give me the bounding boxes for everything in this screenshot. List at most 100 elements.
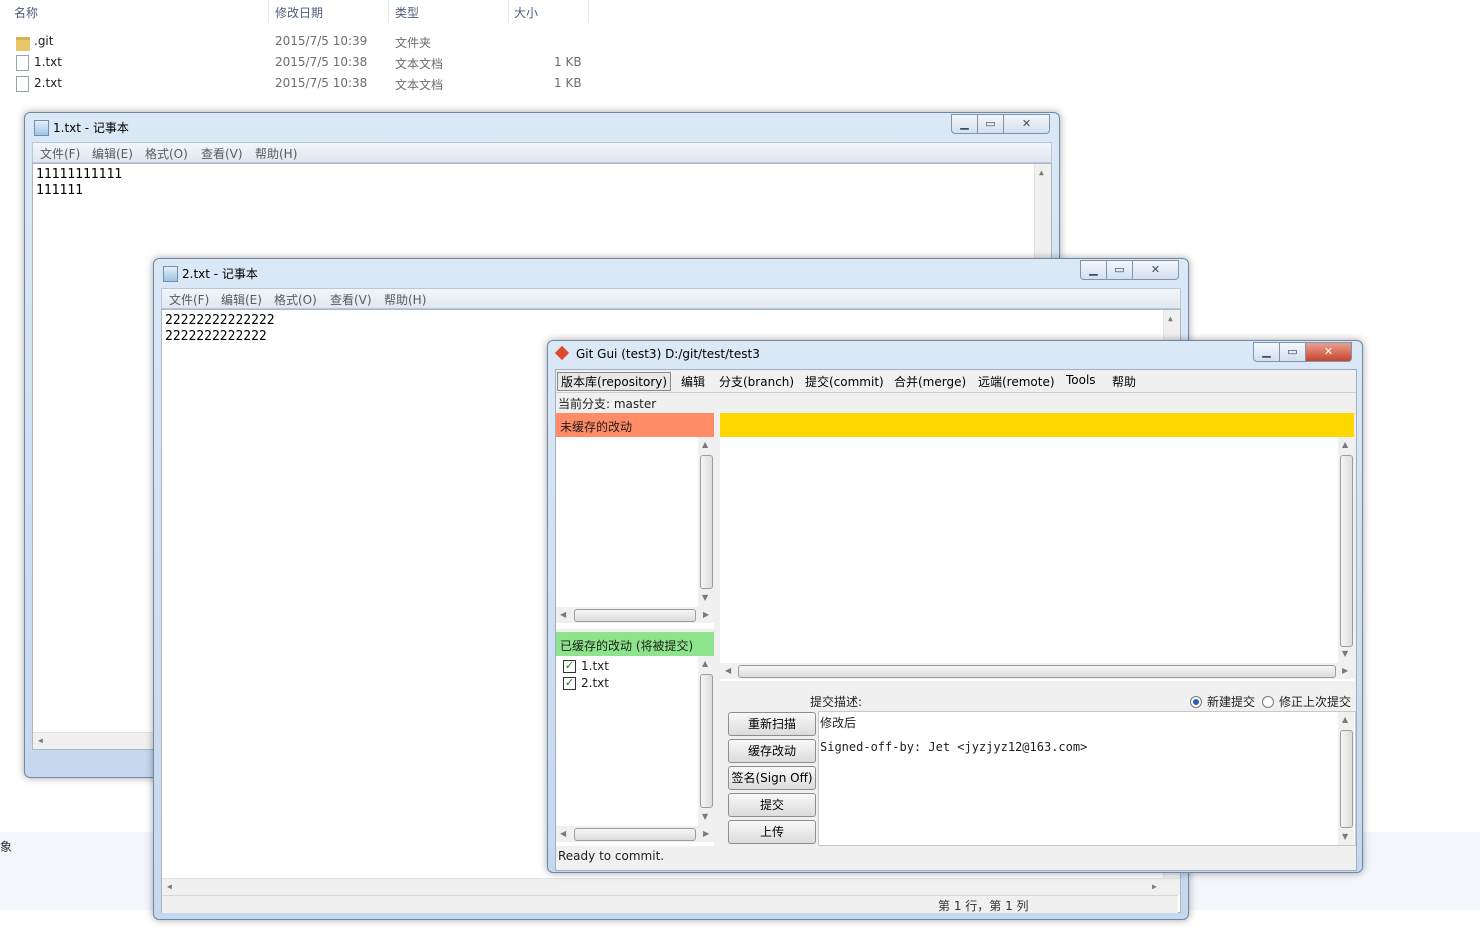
scroll-left-icon[interactable]: ◀ — [167, 882, 172, 891]
menu-commit[interactable]: 提交(commit) — [805, 373, 884, 390]
close-icon[interactable]: ✕ — [1306, 342, 1352, 362]
vertical-scrollbar[interactable]: ▲ ▼ — [1338, 437, 1354, 663]
file-row-1txt[interactable]: 1.txt 2015/7/5 10:38 文本文档 1 KB — [0, 52, 600, 73]
close-icon[interactable]: ✕ — [1004, 114, 1050, 134]
scroll-up-icon[interactable]: ▲ — [1342, 715, 1348, 724]
scroll-thumb[interactable] — [738, 665, 1336, 678]
scroll-down-icon[interactable]: ▼ — [1342, 649, 1348, 658]
menu-merge[interactable]: 合并(merge) — [894, 373, 966, 390]
staged-file-item[interactable]: ✓ 2.txt — [560, 675, 690, 691]
horizontal-scrollbar[interactable]: ◀ ▶ — [556, 826, 714, 842]
horizontal-scrollbar[interactable]: ◀ ▶ — [162, 878, 1180, 895]
scroll-down-icon[interactable]: ▼ — [702, 593, 708, 602]
vertical-scrollbar[interactable]: ▲ ▼ — [1338, 712, 1354, 845]
column-date[interactable]: 修改日期 — [275, 4, 323, 21]
scroll-right-icon[interactable]: ▶ — [703, 610, 709, 619]
minimize-icon[interactable]: ▁ — [1253, 342, 1280, 362]
column-name[interactable]: 名称 — [14, 4, 38, 21]
current-branch: 当前分支: master — [558, 397, 657, 411]
menu-view[interactable]: 查看(V) — [330, 291, 372, 308]
close-icon[interactable]: ✕ — [1133, 260, 1179, 280]
menu-branch[interactable]: 分支(branch) — [719, 373, 794, 390]
checkbox-checked-icon[interactable]: ✓ — [563, 660, 576, 673]
menu-bar: 文件(F) 编辑(E) 格式(O) 查看(V) 帮助(H) — [32, 142, 1052, 163]
vertical-scrollbar[interactable]: ▲ ▼ — [698, 437, 714, 607]
git-icon — [554, 345, 570, 361]
vertical-scrollbar[interactable]: ▲ ▼ — [698, 656, 714, 826]
scroll-right-icon[interactable]: ▶ — [1152, 882, 1157, 891]
scroll-right-icon[interactable]: ▶ — [703, 829, 709, 838]
scroll-up-icon[interactable]: ▲ — [1039, 168, 1044, 177]
push-button[interactable]: 上传 — [728, 820, 816, 844]
menu-edit[interactable]: 编辑(E) — [92, 145, 133, 162]
minimize-icon[interactable]: ▁ — [951, 114, 978, 134]
window-controls: ▁ ▭ ✕ — [951, 114, 1050, 134]
horizontal-scrollbar[interactable]: ◀ ▶ — [720, 663, 1354, 679]
menu-help[interactable]: 帮助 — [1112, 373, 1136, 390]
scroll-thumb[interactable] — [574, 609, 696, 622]
staged-file-item[interactable]: ✓ 1.txt — [560, 658, 690, 674]
window-title: 1.txt - 记事本 — [53, 121, 129, 135]
text-line-2: 111111 — [36, 183, 83, 198]
diff-view[interactable]: ▲ ▼ ◀ ▶ — [720, 437, 1354, 681]
text-line-1: 11111111111 — [36, 167, 123, 182]
scroll-right-icon[interactable]: ▶ — [1342, 666, 1348, 675]
scroll-up-icon[interactable]: ▲ — [1342, 440, 1348, 449]
unstaged-header: 未缓存的改动 — [556, 413, 714, 437]
commit-button[interactable]: 提交 — [728, 793, 816, 817]
menu-file[interactable]: 文件(F) — [169, 291, 209, 308]
explorer-edge-text: 象 — [0, 840, 13, 854]
column-type[interactable]: 类型 — [395, 4, 419, 21]
staged-file-list[interactable]: ✓ 1.txt ✓ 2.txt ▲ ▼ ◀ ▶ — [556, 656, 714, 846]
commit-message-input[interactable]: 修改后 Signed-off-by: Jet <jyzjyz12@163.com… — [818, 711, 1356, 846]
menu-tools[interactable]: Tools — [1066, 373, 1096, 387]
menu-repository[interactable]: 版本库(repository) — [557, 372, 672, 391]
radio-new-commit[interactable] — [1190, 696, 1202, 708]
maximize-icon[interactable]: ▭ — [1107, 260, 1133, 280]
scroll-thumb[interactable] — [574, 828, 696, 841]
scroll-up-icon[interactable]: ▲ — [702, 659, 708, 668]
column-size[interactable]: 大小 — [514, 4, 538, 21]
explorer-column-headers: 名称 修改日期 类型 大小 — [0, 0, 590, 22]
scroll-down-icon[interactable]: ▼ — [702, 812, 708, 821]
window-controls: ▁ ▭ ✕ — [1253, 342, 1352, 362]
scroll-thumb[interactable] — [1340, 730, 1353, 828]
scroll-down-icon[interactable]: ▼ — [1342, 832, 1348, 841]
diff-header — [720, 413, 1354, 437]
text-file-icon — [16, 76, 29, 92]
window-controls: ▁ ▭ ✕ — [1080, 260, 1179, 280]
menu-help[interactable]: 帮助(H) — [384, 291, 426, 308]
scroll-thumb[interactable] — [1340, 455, 1353, 647]
menu-format[interactable]: 格式(O) — [145, 145, 188, 162]
scroll-left-icon[interactable]: ◀ — [38, 736, 43, 745]
menu-view[interactable]: 查看(V) — [201, 145, 243, 162]
horizontal-scrollbar[interactable]: ◀ ▶ — [556, 607, 714, 623]
menu-edit[interactable]: 编辑 — [681, 373, 705, 390]
menu-format[interactable]: 格式(O) — [274, 291, 317, 308]
menu-remote[interactable]: 远端(remote) — [978, 373, 1055, 390]
scroll-up-icon[interactable]: ▲ — [1168, 314, 1173, 323]
git-gui-window: Git Gui (test3) D:/git/test/test3 ▁ ▭ ✕ … — [547, 340, 1363, 873]
menu-file[interactable]: 文件(F) — [40, 145, 80, 162]
scroll-up-icon[interactable]: ▲ — [702, 440, 708, 449]
maximize-icon[interactable]: ▭ — [1280, 342, 1306, 362]
scroll-left-icon[interactable]: ◀ — [560, 610, 566, 619]
scroll-thumb[interactable] — [700, 455, 713, 589]
menu-help[interactable]: 帮助(H) — [255, 145, 297, 162]
file-row-git[interactable]: .git 2015/7/5 10:39 文件夹 — [0, 31, 600, 52]
scroll-left-icon[interactable]: ◀ — [560, 829, 566, 838]
menu-edit[interactable]: 编辑(E) — [221, 291, 262, 308]
minimize-icon[interactable]: ▁ — [1080, 260, 1107, 280]
unstaged-file-list[interactable]: ▲ ▼ ◀ ▶ — [556, 437, 714, 629]
maximize-icon[interactable]: ▭ — [978, 114, 1004, 134]
rescan-button[interactable]: 重新扫描 — [728, 712, 816, 736]
file-row-2txt[interactable]: 2.txt 2015/7/5 10:38 文本文档 1 KB — [0, 73, 600, 94]
message-line-2: Signed-off-by: Jet <jyzjyz12@163.com> — [820, 740, 1088, 754]
window-title: 2.txt - 记事本 — [182, 267, 258, 281]
scroll-thumb[interactable] — [700, 674, 713, 808]
radio-amend-commit[interactable] — [1262, 696, 1274, 708]
checkbox-checked-icon[interactable]: ✓ — [563, 677, 576, 690]
stage-changes-button[interactable]: 缓存改动 — [728, 739, 816, 763]
sign-off-button[interactable]: 签名(Sign Off) — [728, 766, 816, 790]
scroll-left-icon[interactable]: ◀ — [725, 666, 731, 675]
